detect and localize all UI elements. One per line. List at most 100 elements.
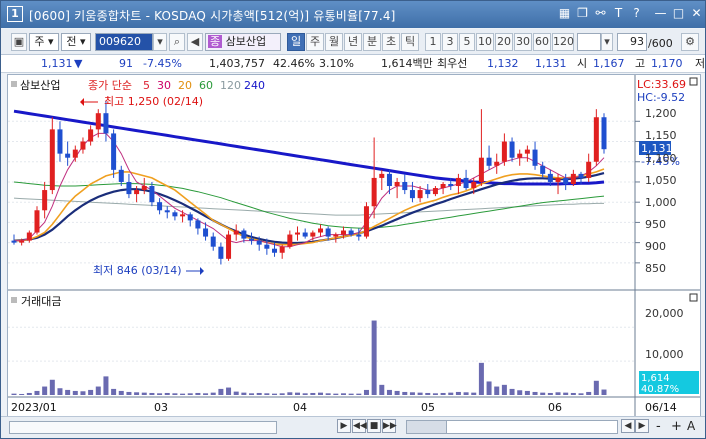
auto-scale-button[interactable]: A xyxy=(687,419,695,433)
market-select[interactable]: 전 ▾ xyxy=(61,33,91,51)
rewind-button[interactable]: ◀◀ xyxy=(352,419,367,433)
volume-bar xyxy=(249,393,255,395)
scroll-right-button[interactable]: ▶ xyxy=(635,419,649,433)
volume-bar xyxy=(348,393,354,395)
volume-bar xyxy=(601,389,607,395)
lock-icon[interactable]: ▣ xyxy=(11,33,27,51)
stock-name-field[interactable]: 종 삼보산업 xyxy=(205,33,281,51)
volume-bar xyxy=(19,393,25,395)
period-week[interactable]: 주 xyxy=(306,33,324,51)
maximize-icon[interactable]: □ xyxy=(671,6,686,21)
minute-5[interactable]: 5 xyxy=(459,33,475,51)
link-icon[interactable]: ⚯ xyxy=(593,6,608,21)
volume-bar xyxy=(149,392,155,395)
volume-bar xyxy=(295,392,301,395)
zoom-out-button[interactable]: - xyxy=(656,419,661,434)
high-price: 1,170 xyxy=(651,57,683,70)
close-icon[interactable]: ✕ xyxy=(689,6,704,21)
period-tick[interactable]: 틱 xyxy=(401,33,419,51)
ytick-1200: 1,200 xyxy=(645,107,677,120)
interval-input[interactable] xyxy=(577,33,601,51)
scrollbar[interactable] xyxy=(406,420,618,434)
ytick-850: 850 xyxy=(645,262,666,275)
minimize-icon[interactable]: — xyxy=(653,6,668,21)
candle-body xyxy=(417,190,423,199)
minute-3[interactable]: 3 xyxy=(442,33,458,51)
ma60-line xyxy=(13,181,605,229)
volume-bar xyxy=(172,393,178,395)
candle-body xyxy=(563,177,569,184)
candle-body xyxy=(409,190,415,199)
restore-icon[interactable]: ❐ xyxy=(575,6,590,21)
grid-icon[interactable]: ▦ xyxy=(557,6,572,21)
volume-rate: 3.10% xyxy=(319,57,354,70)
period-year[interactable]: 년 xyxy=(344,33,362,51)
candle-body xyxy=(295,232,301,235)
scroll-area[interactable] xyxy=(9,421,277,434)
zoom-in-button[interactable]: + xyxy=(671,419,682,434)
minute-120[interactable]: 120 xyxy=(552,33,574,51)
legend-stock-name[interactable]: 삼보산업 xyxy=(20,79,60,92)
volume-bar xyxy=(586,391,592,395)
volume-bar xyxy=(317,392,323,395)
candle-body xyxy=(348,230,354,235)
candle-body xyxy=(532,149,538,166)
volume-bar xyxy=(164,392,170,395)
current-price: 1,131 xyxy=(41,57,73,70)
gubun-select[interactable]: 주 ▾ xyxy=(29,33,59,51)
period-day[interactable]: 일 xyxy=(287,33,305,51)
candle-body xyxy=(187,214,193,221)
trade-amount: 1,614백만 xyxy=(381,57,433,70)
chart-area[interactable]: 삼보산업 종가 단순 5 30 20 60 120 240 LC:33.69 H… xyxy=(7,74,701,419)
count-input[interactable]: 93 xyxy=(617,33,647,51)
window-number[interactable]: 1 xyxy=(7,6,23,22)
settings-icon[interactable]: ⚙ xyxy=(681,33,699,51)
stop-button[interactable]: ■ xyxy=(367,419,381,433)
volume-bar xyxy=(417,392,423,395)
interval-dropdown-icon[interactable]: ▾ xyxy=(601,33,613,51)
volume-bar xyxy=(203,393,209,395)
jong-badge: 종 xyxy=(208,35,223,48)
candle-body xyxy=(578,173,584,178)
volume-bar xyxy=(356,393,362,395)
fast-forward-button[interactable]: ▶▶ xyxy=(382,419,397,433)
vol-pane-close-icon[interactable] xyxy=(689,293,698,302)
candle-body xyxy=(134,190,140,195)
chart-svg[interactable]: 삼보산업 종가 단순 5 30 20 60 120 240 LC:33.69 H… xyxy=(8,75,700,418)
volume-bar xyxy=(264,393,270,395)
volume-bar xyxy=(363,389,369,395)
candle-body xyxy=(157,202,163,211)
sound-icon[interactable]: ◀ xyxy=(187,33,203,51)
minute-30[interactable]: 30 xyxy=(514,33,532,51)
candle-body xyxy=(26,232,32,241)
search-icon[interactable]: ⌕ xyxy=(169,33,185,51)
period-month[interactable]: 월 xyxy=(325,33,343,51)
period-minute[interactable]: 분 xyxy=(363,33,381,51)
open-price: 1,167 xyxy=(593,57,625,70)
minute-60[interactable]: 60 xyxy=(533,33,551,51)
period-second[interactable]: 초 xyxy=(382,33,400,51)
help-icon[interactable]: ? xyxy=(629,6,644,21)
xtick-jun: 06 xyxy=(548,401,562,414)
text-icon[interactable]: T xyxy=(611,6,626,21)
play-button[interactable]: ▶ xyxy=(337,419,351,433)
scrollbar-thumb[interactable] xyxy=(407,421,447,433)
minute-20[interactable]: 20 xyxy=(495,33,513,51)
minute-1[interactable]: 1 xyxy=(425,33,441,51)
stock-code-input[interactable]: 009620 xyxy=(95,33,153,51)
title-bar: 1 [0600] 키움종합차트 - KOSDAQ 시가총액[512(억)] 유통… xyxy=(1,1,705,28)
candle-body xyxy=(586,161,592,178)
candle-body xyxy=(425,190,431,195)
high-annotation: 최고 1,250 (02/14) xyxy=(104,95,203,108)
price-pane-close-icon[interactable] xyxy=(689,77,698,86)
minute-10[interactable]: 10 xyxy=(476,33,494,51)
xtick-apr: 04 xyxy=(293,401,307,414)
volume-pane-title[interactable]: 거래대금 xyxy=(21,295,61,308)
volume-bar xyxy=(333,393,339,395)
code-dropdown-icon[interactable]: ▾ xyxy=(153,33,167,51)
scroll-left-button[interactable]: ◀ xyxy=(621,419,635,433)
candle-body xyxy=(88,129,94,142)
ytick-900: 900 xyxy=(645,240,666,253)
candle-body xyxy=(72,149,78,158)
price-change: 91 xyxy=(119,57,133,70)
